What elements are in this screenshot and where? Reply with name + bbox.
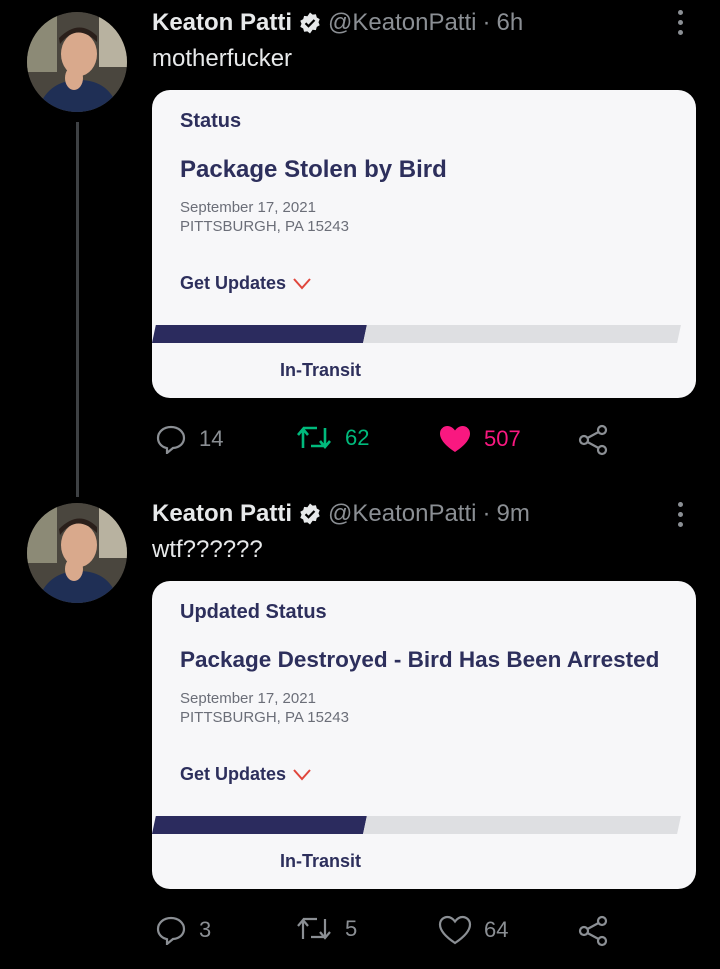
like-count: 507	[484, 426, 521, 451]
get-updates-button[interactable]: Get Updates	[180, 764, 312, 785]
card-location: PITTSBURGH, PA 15243	[180, 218, 349, 235]
share-icon	[578, 424, 608, 456]
handle[interactable]: @KeatonPatti	[328, 500, 476, 528]
separator-dot: ·	[482, 500, 491, 527]
avatar[interactable]	[27, 503, 127, 603]
get-updates-label: Get Updates	[180, 764, 287, 784]
separator-dot: ·	[482, 9, 491, 36]
retweet-count: 5	[345, 916, 358, 941]
display-name[interactable]: Keaton Patti	[152, 9, 292, 37]
avatar[interactable]	[27, 12, 127, 112]
shipping-status-card[interactable]: Status Package Stolen by Bird September …	[152, 90, 696, 398]
like-icon	[440, 426, 470, 452]
like-button[interactable]: 507	[438, 424, 521, 454]
timestamp[interactable]: 9m	[496, 500, 529, 528]
get-updates-button[interactable]: Get Updates	[180, 273, 312, 294]
progress-bar-filled	[152, 325, 367, 343]
share-button[interactable]	[577, 424, 609, 456]
reply-count: 3	[199, 917, 212, 942]
tweet-actions: 14 62 507	[155, 424, 625, 456]
retweet-count: 62	[345, 425, 370, 450]
verified-badge-icon	[300, 12, 320, 34]
tweet-header: Keaton Patti @KeatonPatti · 6h	[152, 6, 523, 40]
card-date: September 17, 2021	[180, 690, 316, 707]
retweet-icon	[297, 917, 331, 940]
share-icon	[578, 915, 608, 947]
reply-button[interactable]: 14	[155, 424, 223, 454]
get-updates-label: Get Updates	[180, 273, 287, 293]
reply-icon	[156, 916, 186, 945]
timestamp[interactable]: 6h	[496, 9, 523, 37]
more-icon[interactable]	[678, 502, 684, 527]
retweet-button[interactable]: 5	[295, 915, 357, 943]
card-label: Updated Status	[180, 601, 327, 623]
avatar-photo	[27, 503, 127, 603]
retweet-icon	[297, 426, 331, 450]
reply-count: 14	[199, 426, 224, 451]
reply-icon	[156, 425, 186, 454]
card-location: PITTSBURGH, PA 15243	[180, 709, 349, 726]
tweet-text: motherfucker	[152, 45, 293, 72]
handle[interactable]: @KeatonPatti	[328, 9, 476, 37]
reply-button[interactable]: 3	[155, 915, 211, 945]
more-icon[interactable]	[678, 10, 684, 35]
progress-label: In-Transit	[280, 851, 362, 871]
progress-bar-filled	[152, 816, 367, 834]
tweet-text: wtf??????	[152, 536, 263, 563]
share-button[interactable]	[577, 915, 609, 947]
chevron-down-icon	[293, 277, 311, 290]
card-label: Status	[180, 110, 242, 132]
retweet-button[interactable]: 62	[295, 424, 369, 452]
progress-label: In-Transit	[280, 360, 362, 380]
chevron-down-icon	[293, 768, 311, 781]
like-count: 64	[484, 917, 509, 942]
verified-badge-icon	[300, 503, 320, 525]
tweet-header: Keaton Patti @KeatonPatti · 9m	[152, 497, 530, 531]
card-headline: Package Destroyed - Bird Has Been Arrest…	[180, 647, 660, 672]
progress-bar-remaining	[363, 325, 681, 343]
like-icon	[438, 915, 472, 945]
shipping-status-card[interactable]: Updated Status Package Destroyed - Bird …	[152, 581, 696, 889]
card-date: September 17, 2021	[180, 199, 316, 216]
progress-bar-remaining	[363, 816, 681, 834]
like-button[interactable]: 64	[438, 915, 508, 945]
avatar-photo	[27, 12, 127, 112]
display-name[interactable]: Keaton Patti	[152, 500, 292, 528]
tweet-actions: 3 5 64	[155, 915, 625, 947]
thread-line	[76, 122, 79, 497]
card-headline: Package Stolen by Bird	[180, 156, 447, 183]
